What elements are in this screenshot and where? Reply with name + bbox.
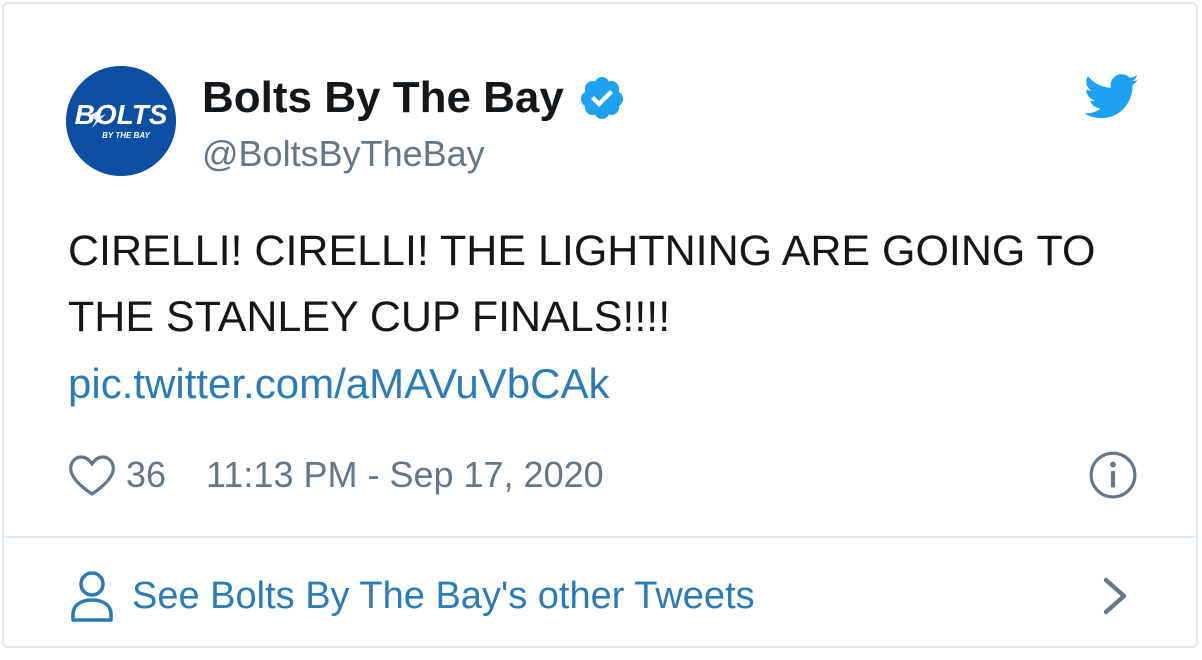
person-icon <box>71 571 113 622</box>
info-icon[interactable] <box>1088 450 1138 500</box>
see-other-tweets-label[interactable]: See Bolts By The Bay's other Tweets <box>132 575 755 618</box>
see-other-tweets-link[interactable]: See Bolts By The Bay's other Tweets <box>70 568 755 624</box>
verified-badge-icon <box>580 77 623 119</box>
tweet-card: BOLTS BY THE BAY Bolts By The Bay @Bolts… <box>2 2 1198 648</box>
avatar-logo: BOLTS BY THE BAY <box>66 66 176 176</box>
tweet-media-link[interactable]: pic.twitter.com/aMAVuVbCAk <box>68 352 610 416</box>
display-name-row[interactable]: Bolts By The Bay <box>202 72 626 124</box>
tweet-timestamp[interactable]: 11:13 PM - Sep 17, 2020 <box>206 454 604 496</box>
chevron-right-icon[interactable] <box>1100 576 1130 616</box>
avatar-subtext: BY THE BAY <box>102 131 150 140</box>
like-count[interactable]: 36 <box>126 454 166 496</box>
avatar[interactable]: BOLTS BY THE BAY <box>66 66 176 176</box>
divider <box>4 536 1196 538</box>
display-name[interactable]: Bolts By The Bay <box>202 72 564 124</box>
user-handle[interactable]: @BoltsByTheBay <box>202 132 485 176</box>
tweet-meta: 36 11:13 PM - Sep 17, 2020 <box>68 450 604 500</box>
twitter-bird-icon[interactable] <box>1084 74 1140 120</box>
heart-icon[interactable] <box>68 453 116 497</box>
tweet-text: CIRELLI! CIRELLI! THE LIGHTNING ARE GOIN… <box>68 227 1096 341</box>
avatar-text: BOLTS <box>75 99 168 130</box>
